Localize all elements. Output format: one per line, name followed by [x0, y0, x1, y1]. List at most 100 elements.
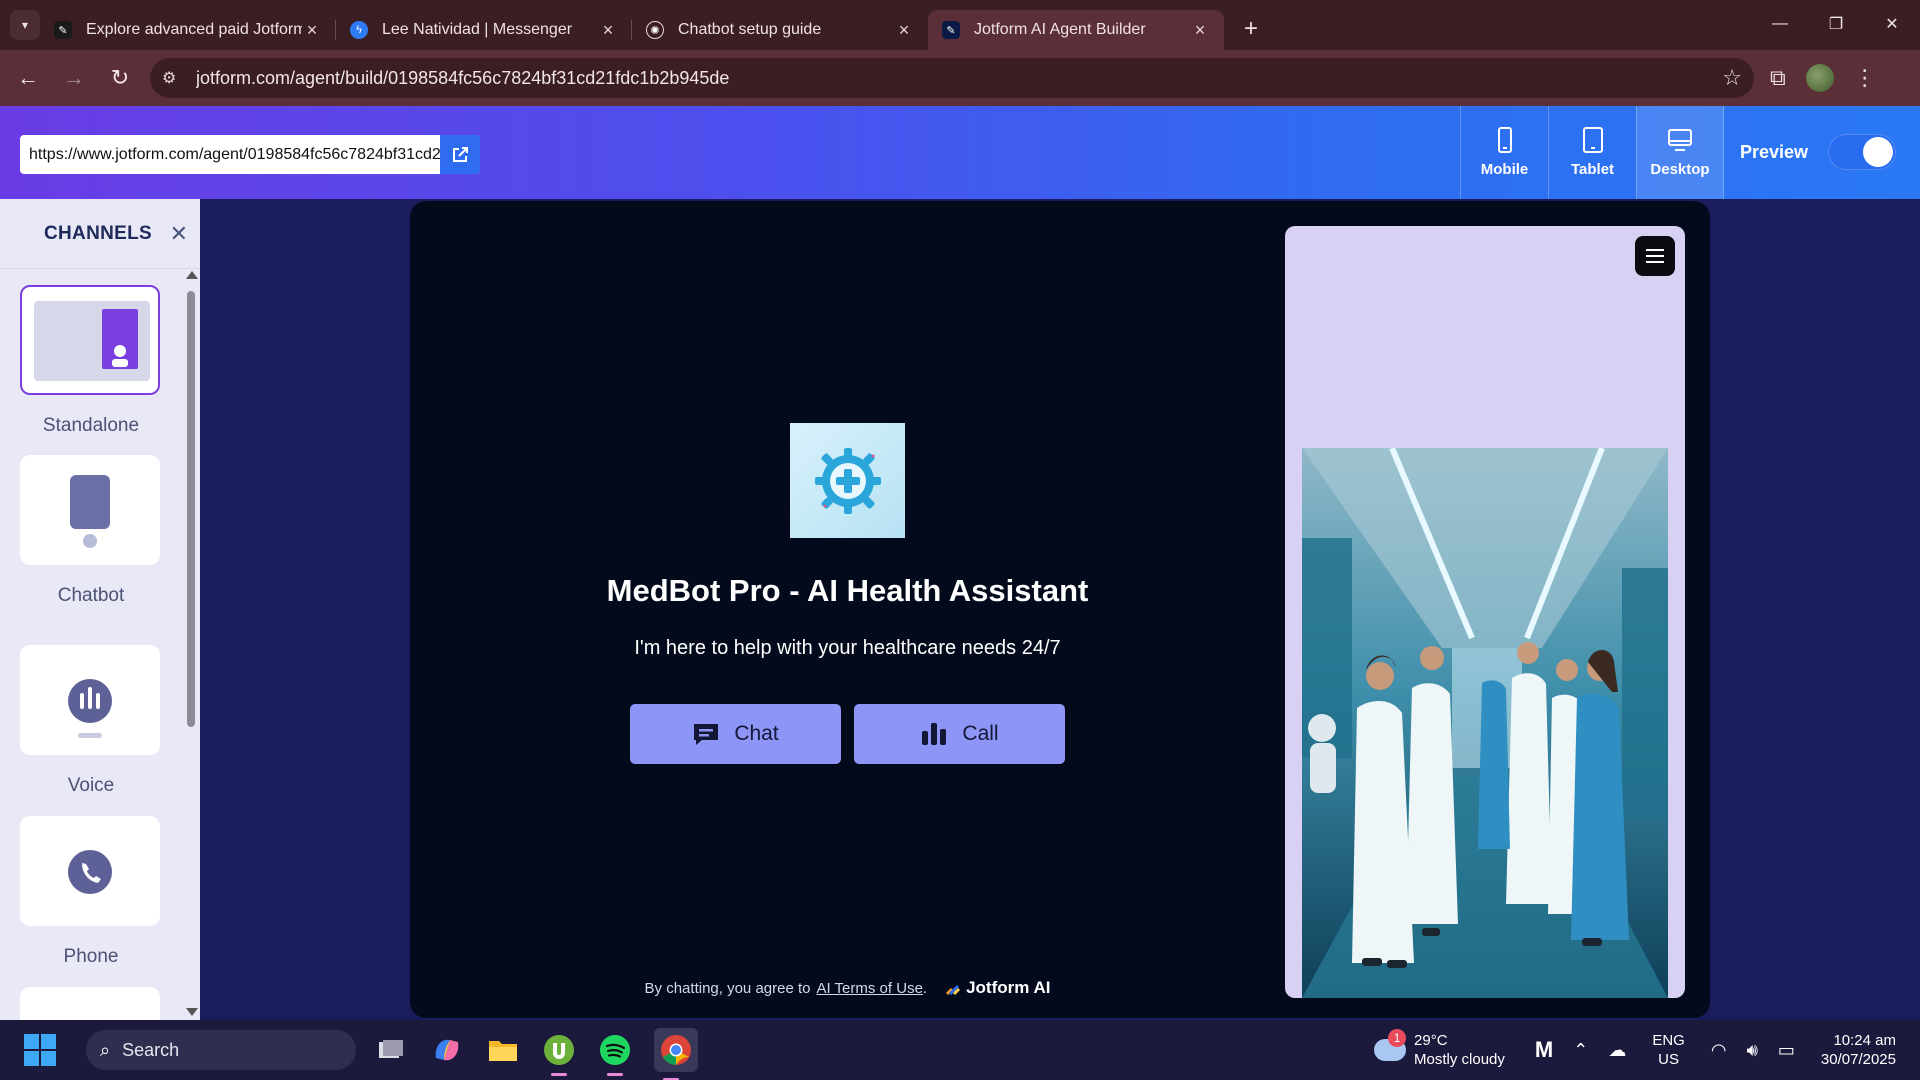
messenger-icon: ϟ	[350, 21, 368, 39]
clock[interactable]: 10:24 am 30/07/2025	[1821, 1031, 1896, 1069]
language-indicator[interactable]: ENG US	[1652, 1031, 1685, 1069]
browser-menu-icon[interactable]: ⋮	[1854, 65, 1876, 91]
back-button[interactable]: ←	[10, 60, 46, 96]
jotform-ai-brand[interactable]: Jotform AI	[945, 978, 1050, 998]
utorrent-icon[interactable]	[542, 1033, 576, 1076]
chatgpt-icon: ✺	[646, 21, 664, 39]
jotform-icon: ✎	[54, 21, 72, 39]
tab-search-button[interactable]: ▾	[10, 10, 40, 40]
call-button[interactable]: Call	[854, 704, 1065, 764]
wifi-icon[interactable]: ◠	[1711, 1040, 1727, 1061]
weather-widget[interactable]: 1 29°C Mostly cloudy	[1374, 1029, 1505, 1069]
task-view-icon[interactable]	[374, 1033, 408, 1067]
channel-chatbot[interactable]: Chatbot	[20, 455, 162, 607]
channels-scrollbar[interactable]	[182, 269, 200, 1020]
close-icon[interactable]: ×	[1190, 20, 1210, 41]
chevron-up-icon[interactable]: ⌃	[1573, 1040, 1588, 1061]
channels-panel: CHANNELS ✕ Standalone Chatbot Voice Phon…	[0, 199, 200, 1020]
channel-voice[interactable]: Voice	[20, 645, 162, 797]
agent-builder-header: https://www.jotform.com/agent/0198584fc5…	[0, 106, 1920, 199]
profile-avatar[interactable]	[1805, 64, 1834, 92]
device-label: Mobile	[1480, 161, 1529, 178]
browser-tab[interactable]: ϟ Lee Natividad | Messenger ×	[336, 10, 632, 50]
browser-tab[interactable]: ✎ Explore advanced paid Jotform ×	[40, 10, 336, 50]
terms-notice: By chatting, you agree to AI Terms of Us…	[410, 978, 1285, 998]
cloud-icon: 1	[1374, 1029, 1407, 1061]
address-bar[interactable]: ⚙ jotform.com/agent/build/0198584fc56c78…	[150, 58, 1754, 98]
taskbar-search[interactable]: ⌕ Search	[86, 1030, 356, 1070]
channel-standalone[interactable]: Standalone	[20, 285, 162, 437]
volume-icon[interactable]: 🔊︎	[1747, 1040, 1758, 1061]
clock-time: 10:24 am	[1833, 1032, 1896, 1049]
channel-card[interactable]	[20, 816, 160, 926]
gmail-tray-icon[interactable]: M	[1535, 1037, 1553, 1063]
new-tab-button[interactable]: +	[1236, 15, 1266, 43]
agent-side-panel	[1285, 226, 1685, 998]
browser-toolbar: ← → ↻ ⚙ jotform.com/agent/build/0198584f…	[0, 50, 1920, 106]
taskbar-apps	[374, 1028, 698, 1080]
extensions-icon[interactable]: ⧉	[1770, 65, 1786, 91]
file-explorer-icon[interactable]	[486, 1033, 520, 1067]
channel-card[interactable]	[20, 645, 160, 755]
agent-preview-frame: MedBot Pro - AI Health Assistant I'm her…	[410, 201, 1710, 1018]
lang-code: ENG	[1652, 1032, 1685, 1049]
agent-subtitle: I'm here to help with your healthcare ne…	[634, 637, 1061, 659]
browser-tab-active[interactable]: ✎ Jotform AI Agent Builder ×	[928, 10, 1224, 50]
minimize-icon[interactable]: —	[1752, 0, 1808, 48]
chrome-icon[interactable]	[654, 1028, 698, 1080]
scroll-up-arrow[interactable]	[186, 271, 198, 279]
chat-button[interactable]: Chat	[630, 704, 841, 764]
scroll-down-arrow[interactable]	[186, 1008, 198, 1016]
mobile-icon	[1497, 127, 1512, 153]
weather-desc: Mostly cloudy	[1414, 1051, 1505, 1068]
toolbar-actions: ⧉ ⋮	[1770, 64, 1876, 92]
site-info-icon[interactable]: ⚙	[162, 68, 184, 88]
onedrive-icon[interactable]: ☁	[1608, 1040, 1626, 1061]
agent-url-text[interactable]: https://www.jotform.com/agent/0198584fc5…	[20, 146, 440, 164]
brand-label: Jotform AI	[966, 978, 1051, 997]
tablet-icon	[1582, 127, 1603, 153]
close-icon[interactable]: ×	[894, 20, 914, 41]
close-window-icon[interactable]: ✕	[1864, 0, 1920, 48]
close-icon[interactable]: ×	[302, 20, 322, 41]
device-mobile-button[interactable]: Mobile	[1460, 106, 1548, 199]
voice-bars-icon	[922, 723, 947, 745]
browser-tab[interactable]: ✺ Chatbot setup guide ×	[632, 10, 928, 50]
agent-url-field[interactable]: https://www.jotform.com/agent/0198584fc5…	[20, 135, 480, 174]
device-switcher: Mobile Tablet Desktop	[1460, 106, 1724, 199]
restore-icon[interactable]: ❐	[1808, 0, 1864, 48]
desktop-icon	[1668, 129, 1692, 151]
channels-title: CHANNELS	[44, 222, 152, 244]
windows-start-icon[interactable]	[24, 1034, 56, 1066]
medical-gear-icon	[814, 447, 881, 514]
close-icon[interactable]: ✕	[170, 221, 188, 247]
device-desktop-button[interactable]: Desktop	[1636, 106, 1724, 199]
channel-card[interactable]	[20, 455, 160, 565]
system-tray: 1 29°C Mostly cloudy M ⌃ ☁ ENG US ◠ 🔊︎ ▭…	[1374, 1020, 1896, 1080]
forward-button[interactable]: →	[56, 60, 92, 96]
standalone-icon	[34, 301, 150, 381]
spotify-icon[interactable]	[598, 1033, 632, 1076]
battery-icon[interactable]: ▭	[1778, 1040, 1795, 1061]
channel-card[interactable]	[20, 987, 160, 1020]
bookmark-star-icon[interactable]: ☆	[1722, 65, 1742, 91]
channel-more[interactable]	[20, 987, 162, 1020]
preview-label: Preview	[1739, 141, 1808, 162]
preview-toggle[interactable]	[1828, 134, 1896, 170]
scroll-thumb[interactable]	[187, 291, 195, 727]
search-icon: ⌕	[100, 1039, 111, 1060]
open-link-icon[interactable]	[440, 135, 480, 174]
channel-phone[interactable]: Phone	[20, 816, 162, 968]
tab-title: Jotform AI Agent Builder	[974, 21, 1146, 38]
address-url[interactable]: jotform.com/agent/build/0198584fc56c7824…	[196, 68, 1722, 89]
channel-card[interactable]	[20, 285, 160, 395]
terms-link[interactable]: AI Terms of Use	[816, 980, 922, 997]
close-icon[interactable]: ×	[598, 20, 618, 41]
hamburger-menu-icon[interactable]	[1635, 236, 1675, 276]
agent-title: MedBot Pro - AI Health Assistant	[606, 573, 1089, 608]
terms-suffix: .	[922, 979, 928, 997]
reload-button[interactable]: ↻	[102, 60, 138, 96]
copilot-icon[interactable]	[430, 1033, 464, 1067]
tab-title: Lee Natividad | Messenger	[382, 21, 573, 38]
device-tablet-button[interactable]: Tablet	[1548, 106, 1636, 199]
